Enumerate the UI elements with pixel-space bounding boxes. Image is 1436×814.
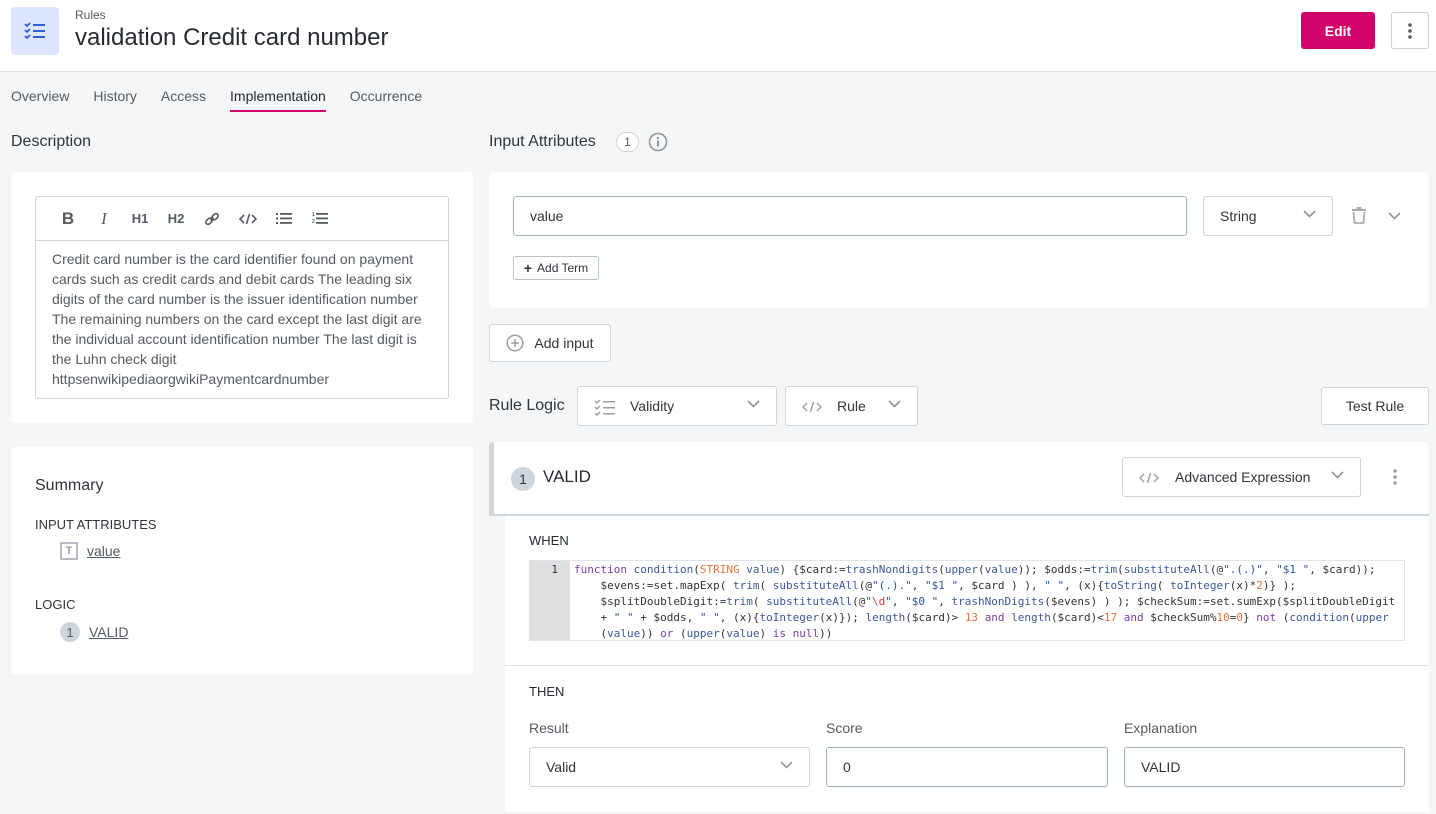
svg-text:2: 2 <box>312 219 315 225</box>
summary-input-attributes-label: INPUT ATTRIBUTES <box>35 517 157 532</box>
line-number: 1 <box>530 561 570 640</box>
explanation-input[interactable]: VALID <box>1124 747 1405 787</box>
rich-text-editor: B I H1 H2 12 Credit card number is the c… <box>35 196 449 399</box>
result-select[interactable]: Valid <box>529 747 810 787</box>
expression-type-select[interactable]: Advanced Expression <box>1122 457 1361 497</box>
result-label: Result <box>529 720 569 736</box>
page-title: validation Credit card number <box>75 24 389 51</box>
then-label: THEN <box>529 684 565 699</box>
chevron-down-icon <box>1331 471 1344 479</box>
rules-app-icon <box>11 7 59 55</box>
add-input-button[interactable]: Add input <box>489 324 611 362</box>
score-label: Score <box>826 720 863 736</box>
test-rule-button[interactable]: Test Rule <box>1321 387 1429 425</box>
code-text[interactable]: function condition(STRING value) {$card:… <box>570 561 1404 640</box>
info-icon[interactable] <box>648 132 668 152</box>
when-label: WHEN <box>529 533 569 548</box>
summary-card: Summary INPUT ATTRIBUTES T value LOGIC 1… <box>11 447 473 675</box>
input-attributes-count-badge: 1 <box>616 132 639 152</box>
svg-text:1: 1 <box>312 212 315 218</box>
dimension-value: Validity <box>630 398 675 414</box>
rule-type-select[interactable]: Rule <box>785 386 918 426</box>
tab-occurrence[interactable]: Occurrence <box>350 88 422 112</box>
add-term-label: Add Term <box>537 261 589 275</box>
tab-bar: Overview History Access Implementation O… <box>11 88 446 112</box>
code-icon <box>239 213 257 224</box>
rule-card-body: WHEN 1 function condition(STRING value) … <box>505 516 1429 812</box>
dimension-select[interactable]: Validity <box>577 386 777 426</box>
description-title: Description <box>11 133 92 150</box>
chevron-down-icon <box>1303 210 1316 218</box>
tab-access[interactable]: Access <box>161 88 206 112</box>
code-button[interactable] <box>230 213 266 225</box>
italic-button[interactable]: I <box>86 209 122 229</box>
input-attribute-card: value String + Add Term <box>489 172 1429 308</box>
description-text[interactable]: Credit card number is the card identifie… <box>36 241 448 397</box>
heading1-button[interactable]: H1 <box>122 211 158 226</box>
tab-history[interactable]: History <box>93 88 137 112</box>
add-input-label: Add input <box>534 335 594 351</box>
plus-circle-icon <box>506 334 524 352</box>
link-button[interactable] <box>194 211 230 227</box>
attribute-name-input[interactable]: value <box>513 196 1187 236</box>
add-term-button[interactable]: + Add Term <box>513 256 599 280</box>
heading2-button[interactable]: H2 <box>158 211 194 226</box>
explanation-label: Explanation <box>1124 720 1198 736</box>
more-options-button[interactable] <box>1391 12 1429 49</box>
numbered-list-icon: 12 <box>312 212 328 225</box>
attribute-type-select[interactable]: String <box>1203 196 1333 236</box>
kebab-menu-icon <box>1408 22 1412 39</box>
breadcrumb[interactable]: Rules <box>75 8 106 22</box>
expression-type-value: Advanced Expression <box>1175 469 1311 485</box>
tab-implementation[interactable]: Implementation <box>230 88 326 112</box>
bullet-list-icon <box>276 213 292 224</box>
rule-name: VALID <box>543 467 591 486</box>
checklist-icon <box>594 399 615 416</box>
editor-toolbar: B I H1 H2 12 <box>36 197 448 241</box>
logic-number-badge: 1 <box>60 622 80 642</box>
summary-logic-link[interactable]: VALID <box>89 624 128 640</box>
result-value: Valid <box>546 759 577 775</box>
edit-button[interactable]: Edit <box>1301 12 1375 49</box>
score-input[interactable]: 0 <box>826 747 1108 787</box>
bold-button[interactable]: B <box>50 209 86 229</box>
section-divider <box>505 665 1429 666</box>
description-card: B I H1 H2 12 Credit card number is the c… <box>11 172 473 423</box>
rule-type-value: Rule <box>837 398 866 414</box>
code-icon <box>1139 472 1159 484</box>
expand-chevron-icon[interactable] <box>1388 212 1401 220</box>
rule-number-badge: 1 <box>511 467 535 491</box>
rule-kebab-menu-icon[interactable] <box>1393 469 1397 485</box>
page-header: Rules validation Credit card number Edit <box>0 0 1436 72</box>
summary-logic-item: 1 VALID <box>60 622 128 642</box>
bullet-list-button[interactable] <box>266 212 302 225</box>
text-type-icon: T <box>60 542 78 560</box>
chevron-down-icon <box>747 400 760 408</box>
attribute-type-value: String <box>1220 208 1257 224</box>
link-icon <box>205 212 219 225</box>
code-editor[interactable]: 1 function condition(STRING value) {$car… <box>529 560 1405 641</box>
tab-overview[interactable]: Overview <box>11 88 69 112</box>
chevron-down-icon <box>888 400 901 408</box>
chevron-down-icon <box>780 761 793 769</box>
checklist-icon <box>24 22 45 40</box>
summary-logic-label: LOGIC <box>35 597 76 612</box>
code-icon <box>802 401 822 413</box>
summary-input-attribute-item: T value <box>60 542 120 560</box>
summary-title: Summary <box>35 477 104 494</box>
rule-logic-title: Rule Logic <box>489 397 565 414</box>
trash-icon[interactable] <box>1352 207 1366 224</box>
input-attributes-title: Input Attributes <box>489 133 596 150</box>
plus-icon: + <box>523 260 533 276</box>
summary-attribute-link[interactable]: value <box>87 543 120 559</box>
numbered-list-button[interactable]: 12 <box>302 212 338 225</box>
rule-card-header: 1 VALID Advanced Expression <box>489 442 1429 516</box>
